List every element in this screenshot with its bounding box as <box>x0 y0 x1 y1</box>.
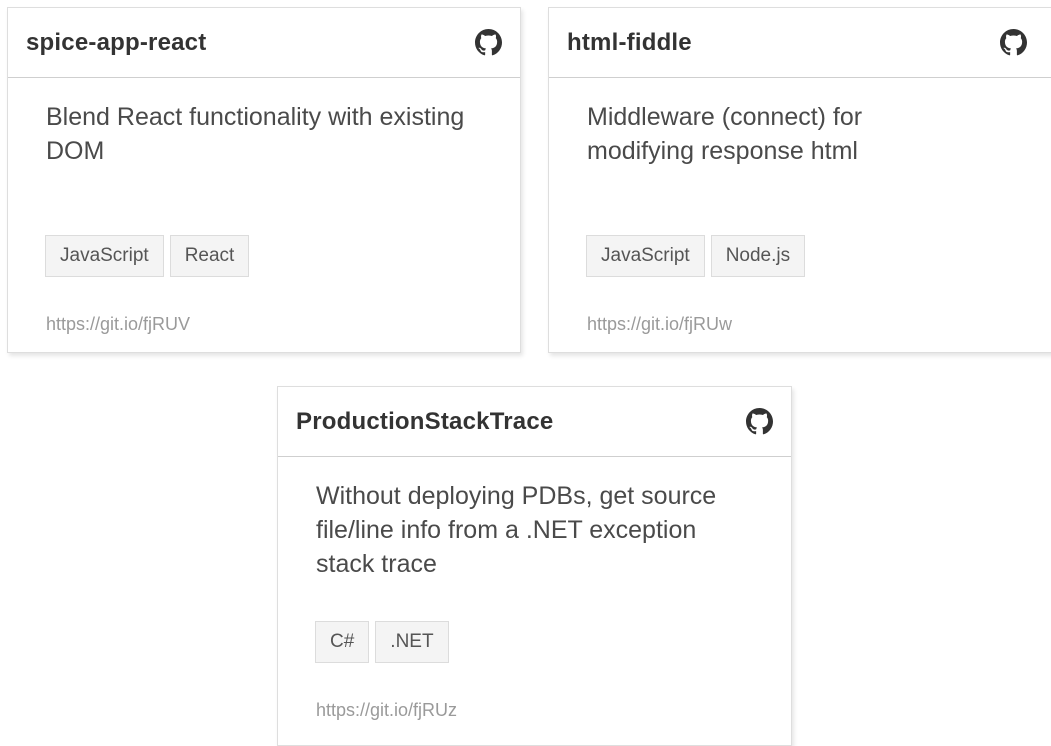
tag: C# <box>315 621 370 663</box>
tag: JavaScript <box>586 235 705 277</box>
tag: .NET <box>375 621 449 663</box>
project-description: Middleware (connect) for modifying respo… <box>587 103 863 165</box>
project-title: ProductionStackTrace <box>296 407 554 435</box>
tag: React <box>169 235 250 277</box>
project-link[interactable]: https://git.io/fjRUw <box>587 314 732 335</box>
tag: Node.js <box>710 235 806 277</box>
card-header: ProductionStackTrace <box>278 387 791 457</box>
tag-list: JavaScript React <box>45 235 250 277</box>
tag: JavaScript <box>45 235 164 277</box>
tag-list: C# .NET <box>315 621 449 663</box>
project-title: html-fiddle <box>567 28 692 56</box>
project-card: spice-app-react Blend React functionalit… <box>7 7 521 353</box>
github-icon[interactable] <box>1000 29 1027 56</box>
github-icon[interactable] <box>746 408 773 435</box>
project-card: html-fiddle Middleware (connect) for mod… <box>548 7 1051 353</box>
github-icon[interactable] <box>475 29 502 56</box>
project-description: Blend React functionality with existing … <box>46 103 465 165</box>
project-link[interactable]: https://git.io/fjRUV <box>46 314 190 335</box>
project-card: ProductionStackTrace Without deploying P… <box>277 386 792 746</box>
card-header: spice-app-react <box>8 8 520 78</box>
project-title: spice-app-react <box>26 28 207 56</box>
card-header: html-fiddle <box>549 8 1051 78</box>
project-description: Without deploying PDBs, get source file/… <box>316 482 717 578</box>
project-link[interactable]: https://git.io/fjRUz <box>316 700 457 721</box>
tag-list: JavaScript Node.js <box>586 235 806 277</box>
